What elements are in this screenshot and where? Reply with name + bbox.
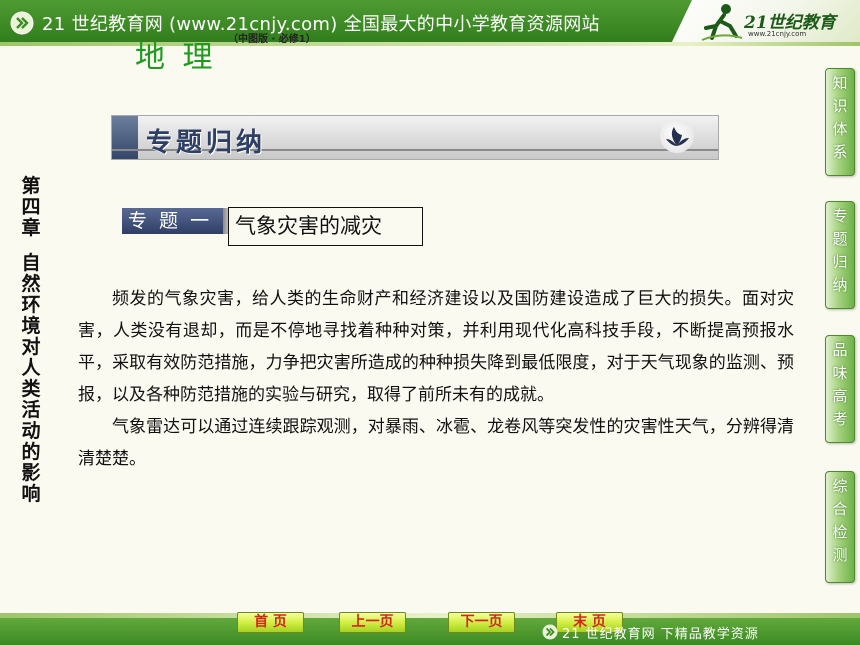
nav-button-comprehensive-test[interactable]: 综合检测 bbox=[825, 471, 855, 583]
nav-button-exam-review[interactable]: 品味高考 bbox=[825, 335, 855, 443]
top-banner: 21 世纪教育网 (www.21cnjy.com) 全国最大的中小学教育资源网站… bbox=[0, 0, 860, 46]
subject-title: 地 理 bbox=[135, 40, 217, 75]
banner-title: 21 世纪教育网 (www.21cnjy.com) 全国最大的中小学教育资源网站 bbox=[42, 14, 600, 35]
nav-button-label: 知识体系 bbox=[832, 74, 848, 161]
double-chevron-right-icon bbox=[10, 11, 34, 35]
footer-text: 21 世纪教育网 下精品教学资源 bbox=[562, 627, 759, 642]
nav-button-label: 综合检测 bbox=[832, 477, 848, 564]
subject-edition: （中图版 · 必修1） bbox=[228, 34, 316, 45]
nav-button-label: 品味高考 bbox=[832, 341, 848, 428]
nav-button-topic-summary[interactable]: 专题归纳 bbox=[825, 201, 855, 309]
chapter-name: 自然环境对人类活动的影响 bbox=[21, 252, 41, 505]
chapter-number: 第四章 bbox=[21, 175, 41, 239]
body-paragraph: 气象雷达可以通过连续跟踪观测，对暴雨、冰雹、龙卷风等突发性的灾害性天气，分辨得清… bbox=[78, 417, 794, 469]
section-banner-accent bbox=[112, 116, 138, 159]
topic-badge: 专 题 一 bbox=[122, 208, 231, 234]
nav-button-knowledge-system[interactable]: 知识体系 bbox=[825, 68, 855, 176]
running-figure-icon bbox=[701, 4, 743, 41]
leaf-icon bbox=[660, 119, 694, 153]
prev-page-button[interactable]: 上一页 bbox=[339, 612, 406, 633]
section-title: 专题归纳 bbox=[146, 128, 267, 158]
topic-title: 气象灾害的减灾 bbox=[228, 207, 423, 246]
section-banner: 专题归纳 bbox=[111, 115, 719, 160]
body-paragraph: 频发的气象灾害，给人类的生命财产和经济建设以及国防建设造成了巨大的损失。面对灾害… bbox=[78, 289, 794, 405]
body-text: 频发的气象灾害，给人类的生命财产和经济建设以及国防建设造成了巨大的损失。面对灾害… bbox=[78, 283, 794, 475]
nav-button-label: 专题归纳 bbox=[832, 207, 848, 294]
chapter-label: 第四章 自然环境对人类活动的影响 bbox=[18, 176, 44, 505]
site-logo[interactable]: 21世纪教育 www.21cnjy.com bbox=[670, 0, 860, 46]
double-chevron-right-icon bbox=[542, 624, 558, 640]
first-page-button[interactable]: 首 页 bbox=[237, 612, 304, 633]
next-page-button[interactable]: 下一页 bbox=[448, 612, 515, 633]
logo-url: www.21cnjy.com bbox=[748, 30, 807, 38]
